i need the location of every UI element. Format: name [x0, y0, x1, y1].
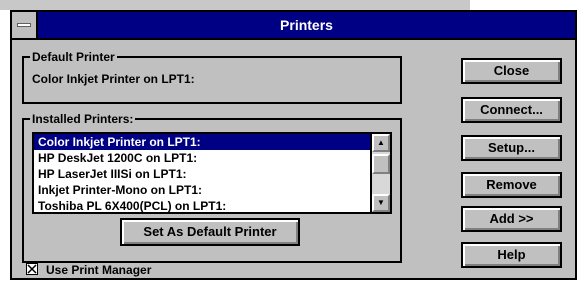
- set-default-printer-button[interactable]: Set As Default Printer: [120, 218, 300, 246]
- setup-button[interactable]: Setup...: [461, 135, 562, 161]
- scroll-thumb[interactable]: [372, 154, 390, 174]
- default-printer-group: Default Printer Color Inkjet Printer on …: [22, 49, 402, 104]
- system-menu-button[interactable]: [12, 12, 38, 38]
- window-title: Printers: [280, 17, 333, 33]
- printer-list-item[interactable]: HP DeskJet 1200C on LPT1:: [34, 150, 370, 166]
- use-print-manager-label: Use Print Manager: [46, 263, 152, 277]
- printer-list-item[interactable]: HP LaserJet IIISi on LPT1:: [34, 166, 370, 182]
- scroll-up-button[interactable]: ▲: [372, 134, 390, 152]
- printer-list-item[interactable]: Toshiba PL 6X400(PCL) on LPT1:: [34, 198, 370, 212]
- up-arrow-icon: ▲: [377, 138, 385, 147]
- checkmark-x-icon: [27, 264, 37, 274]
- scroll-down-button[interactable]: ▼: [372, 194, 390, 212]
- installed-printers-list[interactable]: Color Inkjet Printer on LPT1: HP DeskJet…: [32, 132, 392, 214]
- printer-list-item[interactable]: Inkjet Printer-Mono on LPT1:: [34, 182, 370, 198]
- default-printer-value: Color Inkjet Printer on LPT1:: [32, 72, 195, 86]
- remove-button[interactable]: Remove: [461, 172, 562, 198]
- close-button[interactable]: Close: [461, 58, 562, 84]
- background-strip: [0, 0, 470, 10]
- use-print-manager-checkbox[interactable]: [26, 263, 38, 275]
- installed-printers-label: Installed Printers:: [30, 111, 136, 127]
- down-arrow-icon: ▼: [377, 198, 385, 207]
- connect-button[interactable]: Connect...: [461, 97, 562, 123]
- title-bar: Printers: [12, 12, 575, 40]
- printers-dialog: Printers Default Printer Color Inkjet Pr…: [10, 10, 577, 280]
- printer-list-item[interactable]: Color Inkjet Printer on LPT1:: [34, 134, 370, 150]
- printer-list-items: Color Inkjet Printer on LPT1: HP DeskJet…: [34, 134, 370, 212]
- add-button[interactable]: Add >>: [461, 206, 562, 232]
- vertical-scrollbar[interactable]: ▲ ▼: [370, 134, 390, 212]
- system-menu-icon: [17, 23, 31, 27]
- default-printer-label: Default Printer: [30, 49, 117, 65]
- help-button[interactable]: Help: [461, 242, 562, 268]
